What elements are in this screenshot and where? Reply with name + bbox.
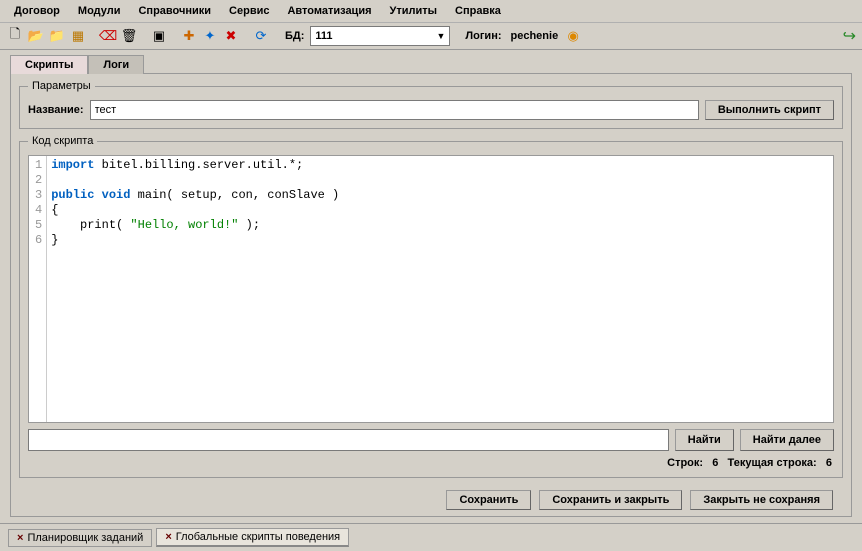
delete-icon[interactable]: ⌫: [99, 27, 117, 45]
main-panel: Параметры Название: Выполнить скрипт Код…: [10, 73, 852, 517]
line-gutter: 123456: [29, 156, 47, 422]
grid-icon[interactable]: ▦: [69, 27, 87, 45]
menu-spravka[interactable]: Справка: [447, 2, 509, 20]
exit-icon[interactable]: ↪: [843, 26, 856, 46]
refresh-icon[interactable]: ⟳: [252, 27, 270, 45]
footer-tab-global-scripts-label: Глобальные скрипты поведения: [176, 531, 340, 543]
find-input[interactable]: [28, 429, 669, 451]
menu-avtomatizatsiya[interactable]: Автоматизация: [279, 2, 379, 20]
menu-moduli[interactable]: Модули: [70, 2, 129, 20]
run-script-button[interactable]: Выполнить скрипт: [705, 100, 834, 120]
curline-value: 6: [826, 457, 832, 469]
find-next-button[interactable]: Найти далее: [740, 429, 834, 451]
find-button[interactable]: Найти: [675, 429, 734, 451]
menu-servis[interactable]: Сервис: [221, 2, 277, 20]
code-fieldset: Код скрипта 123456 import bitel.billing.…: [19, 135, 843, 478]
params-fieldset: Параметры Название: Выполнить скрипт: [19, 80, 843, 129]
menu-utility[interactable]: Утилиты: [382, 2, 446, 20]
db-value: 111: [315, 30, 332, 42]
name-input[interactable]: [90, 100, 699, 120]
footer-tab-scheduler-label: Планировщик заданий: [27, 532, 143, 544]
open-icon[interactable]: 📂: [27, 27, 45, 45]
chevron-down-icon: ▼: [436, 31, 445, 41]
plus-icon[interactable]: ✚: [180, 27, 198, 45]
curline-label: Текущая строка:: [728, 457, 817, 469]
tab-scripts[interactable]: Скрипты: [10, 55, 88, 74]
trash-icon[interactable]: 🗑: [120, 27, 138, 45]
save-close-button[interactable]: Сохранить и закрыть: [539, 490, 682, 510]
cancel-icon[interactable]: ✖: [222, 27, 240, 45]
code-editor[interactable]: 123456 import bitel.billing.server.util.…: [28, 155, 834, 423]
login-value: pechenie: [511, 30, 559, 42]
toolbar: 🗋 📂 📁 ▦ ⌫ 🗑 ▣ ✚ ✦ ✖ ⟳ БД: 111 ▼ Логин: p…: [0, 23, 862, 50]
close-icon[interactable]: ×: [165, 531, 171, 543]
tab-logs[interactable]: Логи: [88, 55, 144, 74]
user-icon[interactable]: ◉: [564, 27, 582, 45]
footer-tab-global-scripts[interactable]: × Глобальные скрипты поведения: [156, 528, 349, 547]
open2-icon[interactable]: 📁: [48, 27, 66, 45]
db-select[interactable]: 111 ▼: [310, 26, 450, 46]
magic-icon[interactable]: ✦: [201, 27, 219, 45]
status-row: Строк: 6 Текущая строка: 6: [28, 451, 834, 469]
inner-tabs: Скрипты Логи: [0, 50, 862, 73]
menubar: Договор Модули Справочники Сервис Автома…: [0, 0, 862, 23]
bottom-buttons: Сохранить Сохранить и закрыть Закрыть не…: [19, 484, 843, 510]
menu-spravochniki[interactable]: Справочники: [130, 2, 219, 20]
code-body[interactable]: import bitel.billing.server.util.*; publ…: [47, 156, 343, 422]
new-icon[interactable]: 🗋: [6, 27, 24, 45]
name-label: Название:: [28, 104, 84, 116]
menu-dogovor[interactable]: Договор: [6, 2, 68, 20]
lines-label: Строк:: [667, 457, 703, 469]
db-label: БД:: [285, 30, 304, 42]
save-button[interactable]: Сохранить: [446, 490, 531, 510]
close-icon[interactable]: ×: [17, 532, 23, 544]
footer-tabs: × Планировщик заданий × Глобальные скрип…: [0, 523, 862, 551]
code-legend: Код скрипта: [28, 135, 97, 147]
module-icon[interactable]: ▣: [150, 27, 168, 45]
lines-value: 6: [712, 457, 718, 469]
params-legend: Параметры: [28, 80, 95, 92]
login-label: Логин:: [465, 30, 501, 42]
close-nosave-button[interactable]: Закрыть не сохраняя: [690, 490, 833, 510]
